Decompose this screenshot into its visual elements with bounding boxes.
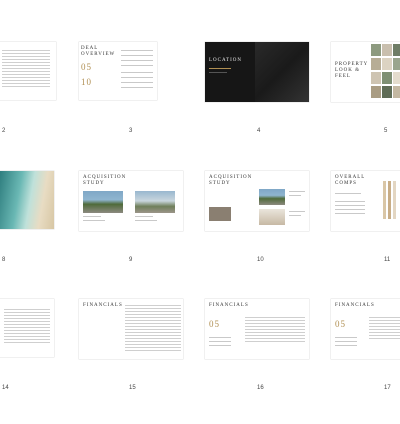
page-preview bbox=[0, 171, 54, 229]
page-number: 2 bbox=[2, 128, 6, 134]
page-number: 8 bbox=[2, 257, 6, 263]
page-preview bbox=[0, 299, 54, 357]
page-number: 17 bbox=[384, 385, 391, 391]
slide-title: PROPERTY LOOK & FEEL bbox=[335, 62, 369, 79]
slide-title: FINANCIALS bbox=[83, 303, 123, 308]
slide-title: FINANCIALS bbox=[209, 303, 249, 308]
page-number: 14 bbox=[2, 385, 9, 391]
page-preview: DEAL OVERVIEW 05 10 bbox=[79, 42, 157, 100]
page-preview: OVERALL COMPS bbox=[331, 171, 400, 231]
page-number: 11 bbox=[384, 257, 391, 263]
page-preview: PROPERTY LOOK & FEEL bbox=[331, 42, 400, 102]
page-number: 3 bbox=[129, 128, 133, 134]
page-number: 5 bbox=[384, 128, 388, 134]
page-preview: FINANCIALS 05 bbox=[331, 299, 400, 359]
page-preview: FINANCIALS 05 bbox=[205, 299, 309, 359]
big-number: 05 bbox=[209, 319, 220, 329]
slide-title: ACQUISITION STUDY bbox=[209, 175, 253, 186]
slide-title: LOCATION bbox=[209, 58, 242, 63]
big-number: 05 bbox=[81, 62, 92, 72]
slide-title: DEAL OVERVIEW bbox=[81, 46, 116, 57]
page-preview: ACQUISITION STUDY bbox=[205, 171, 309, 231]
page-thumbnail-grid: 2 DEAL OVERVIEW 05 10 3 LOCATION 4 PROPE… bbox=[0, 0, 400, 424]
slide-title: ACQUISITION STUDY bbox=[83, 175, 127, 186]
page-number: 15 bbox=[129, 385, 136, 391]
big-number: 10 bbox=[81, 77, 92, 87]
big-number: 05 bbox=[335, 319, 346, 329]
page-number: 9 bbox=[129, 257, 133, 263]
page-number: 16 bbox=[257, 385, 264, 391]
page-preview: FINANCIALS bbox=[79, 299, 183, 359]
page-preview bbox=[0, 42, 56, 100]
slide-title: FINANCIALS bbox=[335, 303, 375, 308]
page-number: 10 bbox=[257, 257, 264, 263]
page-number: 4 bbox=[257, 128, 261, 134]
page-preview: ACQUISITION STUDY bbox=[79, 171, 183, 231]
slide-title: OVERALL COMPS bbox=[335, 175, 366, 186]
page-preview: LOCATION bbox=[205, 42, 309, 102]
